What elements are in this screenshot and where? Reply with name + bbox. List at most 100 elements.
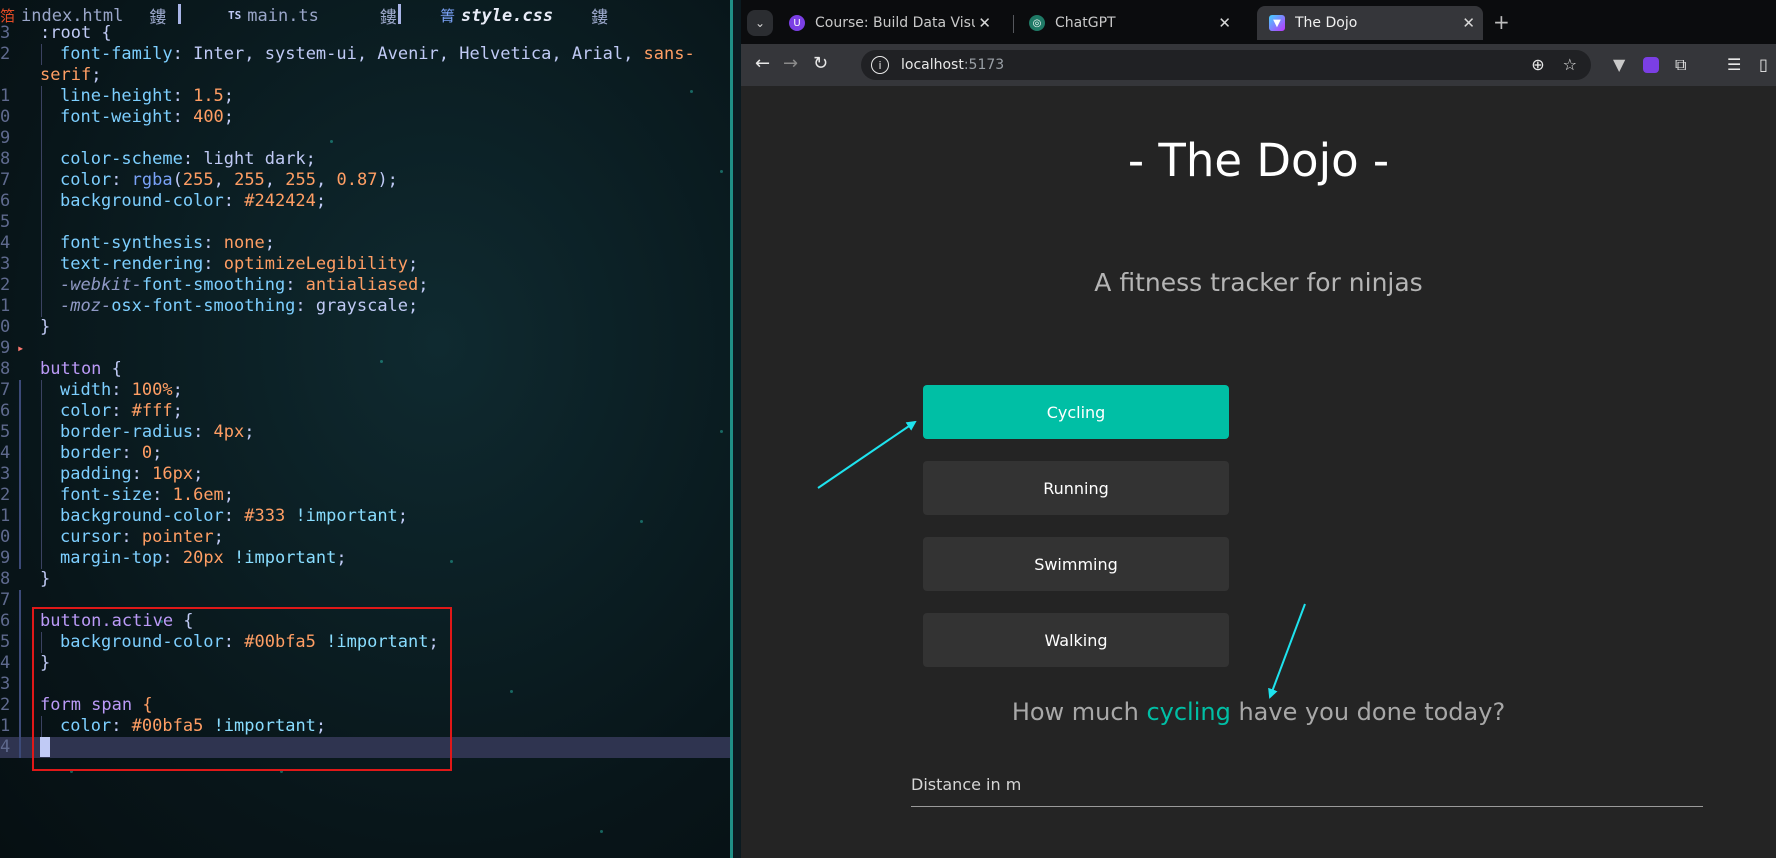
side-panel-icon[interactable]: ▯ [1759, 55, 1768, 74]
indent-guide [41, 548, 42, 569]
activity-button-cycling[interactable]: Cycling [923, 385, 1229, 439]
code-token: padding [60, 464, 132, 484]
code-token: ; [397, 506, 409, 526]
browser-tab-the-dojo[interactable]: ▼ The Dojo ✕ [1257, 6, 1483, 40]
code-line[interactable]: 4 border: 0; [0, 443, 730, 464]
code-line[interactable]: 6 background-color: #242424; [0, 191, 730, 212]
code-line[interactable]: 2 font-size: 1.6em; [0, 485, 730, 506]
code-line[interactable]: 7 color: rgba(255, 255, 255, 0.87); [0, 170, 730, 191]
code-line[interactable]: 4 font-synthesis: none; [0, 233, 730, 254]
code-token: : [152, 485, 173, 505]
code-token: , [438, 44, 460, 64]
zoom-icon[interactable]: ⊕ [1531, 55, 1544, 74]
fold-indicator-icon[interactable]: ▸ [17, 338, 24, 359]
code-token: :root { [40, 23, 112, 43]
code-line[interactable]: 8 color-scheme: light dark; [0, 149, 730, 170]
git-change-marker [19, 485, 21, 506]
tab-separator [398, 4, 401, 24]
code-line[interactable]: 9 margin-top: 20px !important; [0, 548, 730, 569]
code-line[interactable]: 8} [0, 569, 730, 590]
code-line[interactable]: 6 color: #fff; [0, 401, 730, 422]
page-subtitle: A fitness tracker for ninjas [1094, 268, 1423, 297]
activity-button-swimming[interactable]: Swimming [923, 537, 1229, 591]
code-line[interactable]: 9 ▸ [0, 338, 730, 359]
git-change-marker [19, 401, 21, 422]
code-text: } [40, 317, 50, 338]
code-token: ( [172, 170, 183, 190]
code-line[interactable]: 0 font-weight: 400; [0, 107, 730, 128]
code-token: 1.5 [193, 86, 224, 106]
git-change-marker [19, 464, 21, 485]
code-line[interactable]: 7 width: 100%; [0, 380, 730, 401]
code-line[interactable]: 3 :root { [0, 23, 730, 44]
code-token: , [213, 170, 235, 190]
code-line[interactable]: 5 border-radius: 4px; [0, 422, 730, 443]
code-token: , [356, 44, 378, 64]
browser-tab-chatgpt[interactable]: ◎ ChatGPT ✕ [1017, 6, 1239, 40]
code-line[interactable]: 0} [0, 317, 730, 338]
page-title: - The Dojo - [1127, 134, 1390, 187]
close-icon[interactable]: ✕ [1462, 14, 1475, 32]
code-token: : [203, 233, 224, 253]
line-number: 1 [0, 716, 11, 736]
reading-list-icon[interactable]: ☰ [1727, 55, 1741, 74]
chatgpt-favicon-icon: ◎ [1029, 15, 1045, 31]
code-editor-pane[interactable]: 箔 index.html 鏤 TS main.ts 鏤 箐 style.css … [0, 0, 733, 858]
code-token: 100% [131, 380, 173, 400]
code-line[interactable]: 8 button { [0, 359, 730, 380]
close-icon[interactable]: ✕ [978, 14, 991, 32]
reload-icon[interactable]: ↻ [813, 53, 828, 74]
code-token: margin-top [60, 548, 163, 568]
indent-guide [41, 107, 42, 128]
code-text: font-family: Inter, system-ui, Avenir, H… [60, 44, 695, 65]
back-arrow-icon[interactable]: ← [755, 53, 770, 74]
address-bar[interactable]: i localhost :5173 ⊕ ☆ [861, 50, 1591, 80]
code-token: rgba [131, 170, 173, 190]
tab-search-chevron-icon[interactable]: ⌄ [747, 10, 773, 36]
code-line[interactable]: serif; [0, 65, 730, 86]
browser-tab-title: Course: Build Data Visua [815, 15, 975, 31]
activity-button-walking[interactable]: Walking [923, 613, 1229, 667]
code-token: width [60, 380, 112, 400]
extension-purple-icon[interactable] [1643, 57, 1659, 73]
indent-guide [41, 464, 42, 485]
code-text: cursor: pointer; [60, 527, 224, 548]
code-token: ; [172, 380, 183, 400]
line-number: 3 [0, 23, 11, 43]
code-line[interactable]: 1 background-color: #333 !important; [0, 506, 730, 527]
code-line[interactable]: 5 [0, 212, 730, 233]
indent-guide [41, 296, 42, 317]
code-line[interactable]: 3 text-rendering: optimizeLegibility; [0, 254, 730, 275]
code-token: ; [418, 275, 429, 295]
site-info-icon[interactable]: i [871, 56, 889, 74]
code-line[interactable]: 1 line-height: 1.5; [0, 86, 730, 107]
activity-button-running[interactable]: Running [923, 461, 1229, 515]
code-token: #333 [244, 506, 286, 526]
browser-tab-course[interactable]: U Course: Build Data Visua ✕ [777, 6, 999, 40]
indent-guide [41, 506, 42, 527]
browser-tab-title: ChatGPT [1055, 15, 1116, 31]
new-tab-button[interactable]: + [1493, 10, 1510, 34]
line-number: 1 [0, 86, 11, 106]
git-change-marker [19, 737, 21, 758]
code-token: font-size [60, 485, 153, 505]
vue-devtools-extension-icon[interactable]: ▼ [1613, 55, 1625, 74]
question-suffix: have you done today? [1230, 698, 1506, 726]
extensions-puzzle-icon[interactable]: ⧉ [1675, 55, 1686, 75]
indent-guide [41, 128, 42, 149]
code-token: color [60, 170, 112, 190]
close-icon[interactable]: ✕ [1218, 14, 1231, 32]
line-number: 0 [0, 317, 11, 337]
code-token: , [244, 44, 265, 64]
code-line[interactable]: 1 -moz-osx-font-smoothing: grayscale; [0, 296, 730, 317]
code-line[interactable]: 9 [0, 128, 730, 149]
code-line[interactable]: 2 -webkit-font-smoothing: antialiased; [0, 275, 730, 296]
bookmark-star-icon[interactable]: ☆ [1563, 55, 1577, 74]
code-line[interactable]: 2 font-family: Inter, system-ui, Avenir, … [0, 44, 730, 65]
forward-arrow-icon[interactable]: → [783, 53, 798, 74]
code-token: #fff [131, 401, 173, 421]
code-line[interactable]: 3 padding: 16px; [0, 464, 730, 485]
distance-input-field[interactable] [911, 806, 1703, 807]
code-line[interactable]: 0 cursor: pointer; [0, 527, 730, 548]
code-token: Arial [571, 44, 624, 64]
